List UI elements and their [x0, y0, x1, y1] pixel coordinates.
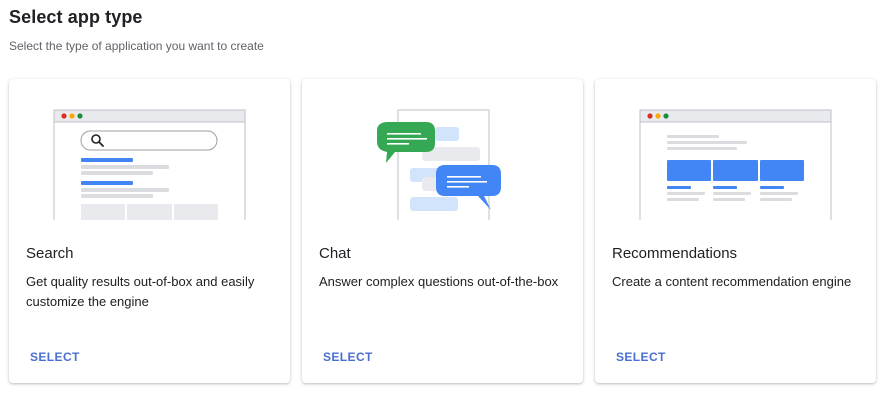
card-title: Search: [26, 245, 74, 262]
recommendations-select-button[interactable]: SELECT: [608, 348, 674, 366]
app-type-cards: Search Get quality results out-of-box an…: [9, 79, 877, 383]
recommendations-card[interactable]: Recommendations Create a content recomme…: [595, 79, 876, 383]
search-illustration: [9, 79, 290, 220]
chat-illustration: [302, 79, 583, 220]
search-card[interactable]: Search Get quality results out-of-box an…: [9, 79, 290, 383]
card-title: Recommendations: [612, 245, 738, 262]
card-description: Answer complex questions out-of-the-box: [319, 274, 559, 289]
page-subtitle: Select the type of application you want …: [9, 39, 264, 53]
chat-select-button[interactable]: SELECT: [315, 348, 381, 366]
card-title: Chat: [319, 245, 351, 262]
page-title: Select app type: [9, 7, 143, 27]
recommendations-illustration: [595, 79, 876, 220]
card-description: Create a content recommendation engine: [612, 274, 852, 289]
search-select-button[interactable]: SELECT: [22, 348, 88, 366]
chat-card[interactable]: Chat Answer complex questions out-of-the…: [302, 79, 583, 383]
card-description: Get quality results out-of-box and easil…: [26, 274, 255, 309]
